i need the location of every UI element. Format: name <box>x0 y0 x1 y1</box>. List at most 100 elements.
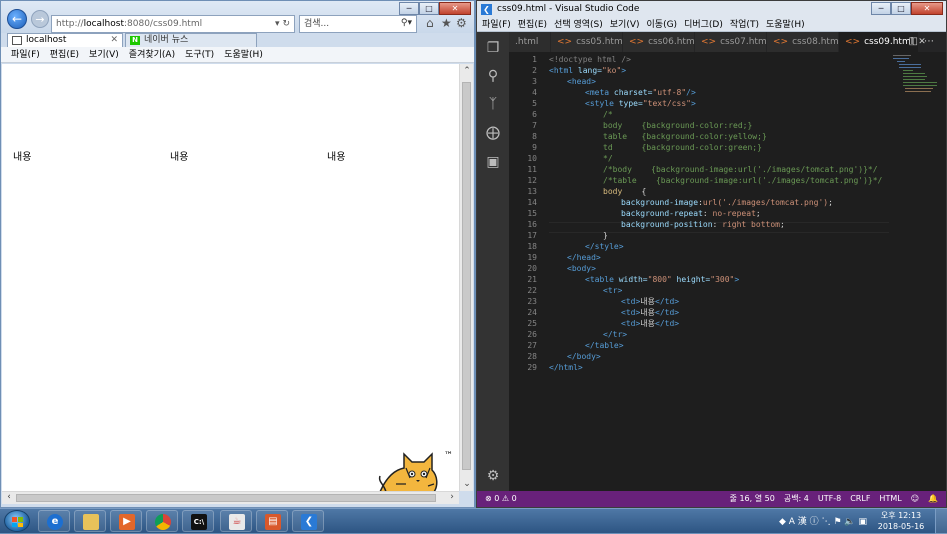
display-icon[interactable]: ▣ <box>858 517 867 527</box>
source-control-icon[interactable]: ᛉ <box>485 96 501 112</box>
tab-actions: ◫⋯ <box>909 32 940 52</box>
tab-css05[interactable]: <> css05.html <box>551 32 625 52</box>
minimize-button[interactable]: ─ <box>399 2 419 15</box>
extensions-icon[interactable]: ▣ <box>485 154 501 170</box>
line-number: 16 <box>527 220 537 229</box>
menu-file[interactable]: 파일(F) <box>11 47 40 62</box>
menu-view[interactable]: 보기(V) <box>610 18 640 31</box>
tab-css08[interactable]: <> css08.html <box>767 32 841 52</box>
scroll-left-icon[interactable]: ‹ <box>2 492 16 502</box>
tab-label: .html <box>515 37 539 47</box>
scroll-right-icon[interactable]: › <box>445 492 459 502</box>
smiley-feedback-icon[interactable]: ☺ <box>911 491 919 507</box>
minimize-button[interactable]: ─ <box>871 2 891 15</box>
folder-icon <box>83 514 99 530</box>
scroll-thumb[interactable] <box>16 494 436 502</box>
split-editor-icon[interactable]: ◫ <box>909 36 924 47</box>
menu-tools[interactable]: 도구(T) <box>185 47 214 62</box>
scroll-down-icon[interactable]: ⌄ <box>460 479 474 489</box>
tab-css09[interactable]: <> css09.html ✕ <box>839 32 926 52</box>
taskbar-cmd[interactable]: C:\ <box>182 510 214 532</box>
help-icon[interactable]: ⓘ <box>810 517 819 527</box>
explorer-files-icon[interactable]: ❐ <box>485 40 501 56</box>
tab-css06[interactable]: <> css06.html <box>623 32 697 52</box>
menu-file[interactable]: 파일(F) <box>482 18 511 31</box>
cursor-position[interactable]: 줄 16, 열 50 <box>730 491 775 507</box>
taskbar-vscode[interactable]: ❮ <box>292 510 324 532</box>
ime-indicator[interactable]: A 漢 <box>789 517 807 527</box>
menu-help[interactable]: 도움말(H) <box>766 18 805 31</box>
tab-html[interactable]: .html <box>509 32 551 52</box>
code-editor[interactable]: 1 2 3 4 5 6 7 8 9 10 11 12 13 14 15 16 1… <box>509 52 946 491</box>
vscode-window: ❮ css09.html - Visual Studio Code ─ □ ✕ … <box>476 0 947 508</box>
vertical-scrollbar[interactable]: ⌃ ⌄ <box>459 64 473 491</box>
horizontal-scrollbar[interactable]: ‹ › <box>2 491 459 504</box>
tab-css07[interactable]: <> css07.html <box>695 32 769 52</box>
gear-icon[interactable]: ⚙ <box>456 15 467 31</box>
tray-expand-icon[interactable]: ⋱ <box>822 517 831 527</box>
flag-icon[interactable]: ⚑ <box>833 517 841 527</box>
gear-icon[interactable]: ⚙ <box>485 468 501 484</box>
menu-debug[interactable]: 디버그(D) <box>684 18 723 31</box>
home-icon[interactable]: ⌂ <box>426 15 434 31</box>
forward-button[interactable]: → <box>31 10 49 28</box>
code-line: body {background-color:red;} <box>603 121 753 130</box>
windows-logo-icon <box>12 517 23 527</box>
scroll-thumb[interactable] <box>462 82 471 470</box>
network-icon[interactable]: ◆ <box>779 517 786 527</box>
taskbar-eclipse[interactable]: ▤ <box>256 510 288 532</box>
start-button[interactable] <box>4 510 30 532</box>
refresh-icon[interactable]: ↻ <box>282 19 290 29</box>
encoding[interactable]: UTF-8 <box>818 491 841 507</box>
taskbar-chrome[interactable] <box>146 510 178 532</box>
menu-selection[interactable]: 선택 영역(S) <box>554 18 603 31</box>
code-token: type= <box>613 99 643 108</box>
indentation[interactable]: 공백: 4 <box>784 491 809 507</box>
menu-edit[interactable]: 편집(E) <box>518 18 547 31</box>
taskbar-explorer[interactable] <box>74 510 106 532</box>
favorites-star-icon[interactable]: ★ <box>441 15 452 31</box>
search-icon[interactable]: ⚲ <box>485 68 501 84</box>
code-token: <td> <box>621 319 641 328</box>
volume-icon[interactable]: 🔈 <box>844 517 855 527</box>
scroll-up-icon[interactable]: ⌃ <box>460 66 474 76</box>
taskbar-java[interactable]: ☕ <box>220 510 252 532</box>
line-number: 3 <box>532 77 537 86</box>
line-number: 14 <box>527 198 537 207</box>
menu-tasks[interactable]: 작업(T) <box>730 18 759 31</box>
taskbar-ie[interactable]: e <box>38 510 70 532</box>
show-desktop-button[interactable] <box>935 509 947 534</box>
tab-localhost[interactable]: localhost ✕ <box>7 33 123 47</box>
dropdown-icon[interactable]: ▾ <box>275 19 280 29</box>
minimap[interactable] <box>891 52 941 132</box>
close-button[interactable]: ✕ <box>439 2 471 15</box>
menu-edit[interactable]: 편집(E) <box>50 47 79 62</box>
code-line: </head> <box>567 253 601 262</box>
search-icon[interactable]: ⚲▾ <box>401 16 412 30</box>
maximize-button[interactable]: □ <box>419 2 439 15</box>
code-line: </body> <box>567 352 601 361</box>
code-line: <meta charset="utf-8"/> <box>585 87 696 98</box>
menu-help[interactable]: 도움말(H) <box>224 47 263 62</box>
code-token: "300" <box>710 275 735 284</box>
line-ending[interactable]: CRLF <box>850 491 870 507</box>
back-button[interactable]: ← <box>7 9 27 29</box>
menu-favorites[interactable]: 즐겨찾기(A) <box>129 47 175 62</box>
menu-go[interactable]: 이동(G) <box>647 18 678 31</box>
debug-icon[interactable]: ⨁ <box>485 125 501 141</box>
close-tab-icon[interactable]: ✕ <box>110 34 118 47</box>
taskbar-media-player[interactable]: ▶ <box>110 510 142 532</box>
notification-bell-icon[interactable]: 🔔 <box>928 491 938 507</box>
code-line: body { <box>603 186 646 197</box>
close-button[interactable]: ✕ <box>911 2 943 15</box>
search-input[interactable]: 검색... ⚲▾ <box>299 15 417 33</box>
tab-naver-news[interactable]: N 네이버 뉴스 <box>125 33 257 47</box>
problems-indicator[interactable]: ⊗ 0 ⚠ 0 <box>485 491 517 507</box>
menu-view[interactable]: 보기(V) <box>89 47 119 62</box>
address-bar[interactable]: http://localhost:8080/css09.html ▾ ↻ <box>51 15 295 33</box>
maximize-button[interactable]: □ <box>891 2 911 15</box>
clock[interactable]: 오후 12:13 2018-05-16 <box>873 510 929 532</box>
more-actions-icon[interactable]: ⋯ <box>924 36 940 47</box>
language-mode[interactable]: HTML <box>879 491 901 507</box>
code-token: </td> <box>655 308 680 317</box>
